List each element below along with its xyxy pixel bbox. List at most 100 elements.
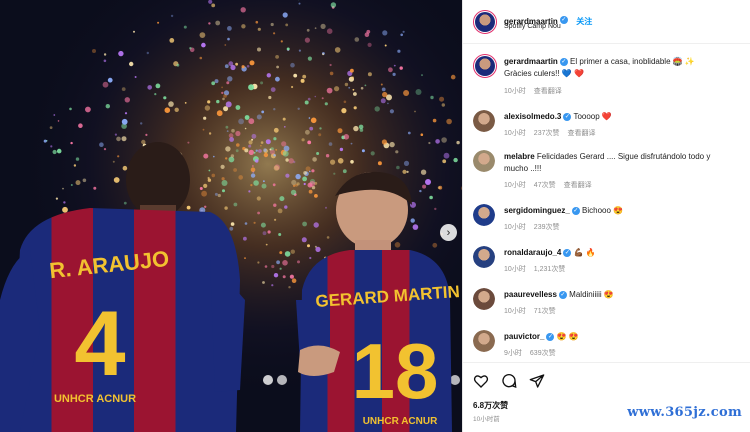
commenter-username[interactable]: sergidominguez_: [504, 206, 570, 215]
firework-spark: [432, 242, 438, 248]
comment-likes[interactable]: 237次赞: [534, 130, 560, 137]
firework-spark: [241, 65, 245, 69]
firework-spark: [202, 128, 205, 131]
firework-spark: [230, 64, 236, 71]
firework-spark: [207, 100, 211, 104]
firework-spark: [319, 127, 322, 130]
caption-avatar[interactable]: [473, 54, 497, 78]
firework-spark: [282, 275, 286, 279]
author-avatar[interactable]: [473, 10, 497, 34]
firework-spark: [406, 170, 409, 173]
caption-username[interactable]: gerardmaartin: [504, 57, 558, 66]
next-photo-button[interactable]: ›: [440, 224, 457, 241]
commenter-username[interactable]: pauvictor_: [504, 332, 544, 341]
commenter-avatar[interactable]: [473, 330, 495, 352]
firework-spark: [78, 123, 83, 128]
firework-spark: [353, 92, 357, 96]
translate-link[interactable]: 查看翻译: [567, 130, 595, 137]
avatar-fill: [473, 150, 495, 172]
avatar-fill: [473, 204, 495, 226]
comment-likes[interactable]: 71次赞: [534, 308, 556, 315]
player1-sponsor: UNHCR ACNUR: [54, 393, 136, 405]
firework-spark: [220, 164, 225, 169]
firework-spark: [134, 76, 137, 78]
comment-icon[interactable]: [501, 373, 517, 389]
firework-spark: [326, 28, 333, 34]
firework-spark: [121, 87, 126, 91]
firework-spark: [50, 145, 53, 148]
firework-spark: [241, 24, 246, 29]
firework-spark: [250, 184, 253, 187]
commenter-username[interactable]: paaurevelless: [504, 290, 557, 299]
firework-spark: [62, 187, 64, 190]
follow-button[interactable]: 关注: [576, 17, 592, 26]
firework-spark: [260, 141, 264, 144]
firework-spark: [211, 81, 216, 86]
firework-spark: [116, 136, 121, 142]
translate-link[interactable]: 查看翻译: [564, 182, 592, 189]
commenter-avatar[interactable]: [473, 150, 495, 172]
post-time: 10小时前: [473, 416, 500, 423]
firework-spark: [285, 158, 289, 162]
firework-spark: [394, 242, 401, 248]
firework-spark: [285, 23, 289, 27]
firework-spark: [291, 85, 294, 89]
translate-link[interactable]: 查看翻译: [534, 88, 562, 95]
firework-spark: [273, 154, 276, 157]
commenter-username[interactable]: alexisolmedo.3: [504, 112, 561, 121]
comment-likes[interactable]: 47次赞: [534, 182, 556, 189]
firework-spark: [279, 267, 282, 270]
firework-spark: [276, 260, 280, 265]
firework-spark: [360, 86, 364, 90]
firework-spark: [227, 76, 233, 82]
heart-icon[interactable]: [473, 373, 489, 389]
commenter-username[interactable]: ronaldaraujo_4: [504, 248, 561, 257]
firework-spark: [265, 139, 271, 145]
comment-likes[interactable]: 639次赞: [530, 350, 556, 357]
firework-spark: [233, 168, 238, 172]
firework-spark: [397, 49, 401, 53]
firework-spark: [343, 100, 347, 104]
firework-spark: [248, 144, 252, 148]
firework-spark: [415, 89, 422, 95]
firework-spark: [301, 237, 307, 243]
firework-spark: [118, 50, 124, 57]
firework-spark: [184, 102, 187, 104]
firework-spark: [248, 84, 255, 91]
firework-spark: [272, 183, 276, 187]
firework-spark: [334, 47, 341, 53]
firework-spark: [141, 139, 146, 145]
firework-spark: [279, 196, 285, 202]
commenter-avatar[interactable]: [473, 110, 495, 132]
firework-spark: [204, 105, 211, 111]
firework-spark: [293, 73, 298, 78]
commenter-username[interactable]: melabre: [504, 152, 535, 161]
comment-emoji: 😍: [603, 290, 614, 299]
comment-time: 10小时: [504, 308, 526, 315]
like-count[interactable]: 6.8万次赞: [473, 400, 508, 411]
firework-spark: [268, 95, 272, 100]
commenter-avatar[interactable]: [473, 246, 495, 268]
firework-spark: [285, 173, 290, 178]
firework-spark: [228, 156, 235, 163]
firework-spark: [326, 87, 333, 94]
firework-spark: [217, 193, 221, 198]
share-icon[interactable]: [529, 373, 545, 389]
firework-spark: [257, 47, 261, 52]
comment-likes[interactable]: 1,231次赞: [534, 266, 566, 273]
firework-spark: [211, 3, 216, 8]
firework-spark: [133, 30, 135, 33]
firework-spark: [103, 59, 107, 63]
firework-spark: [297, 260, 300, 264]
commenter-avatar[interactable]: [473, 204, 495, 226]
firework-spark: [275, 76, 280, 82]
firework-spark: [389, 141, 395, 148]
post-location[interactable]: Spotify Camp Nou: [504, 23, 561, 30]
commenter-avatar[interactable]: [473, 288, 495, 310]
firework-spark: [85, 106, 91, 113]
caption-text-2: Gràcies culers!! 💙 ❤️: [504, 69, 584, 78]
comment-likes[interactable]: 239次赞: [534, 224, 560, 231]
firework-spark: [364, 32, 370, 37]
firework-spark: [73, 164, 77, 167]
firework-spark: [324, 102, 328, 106]
